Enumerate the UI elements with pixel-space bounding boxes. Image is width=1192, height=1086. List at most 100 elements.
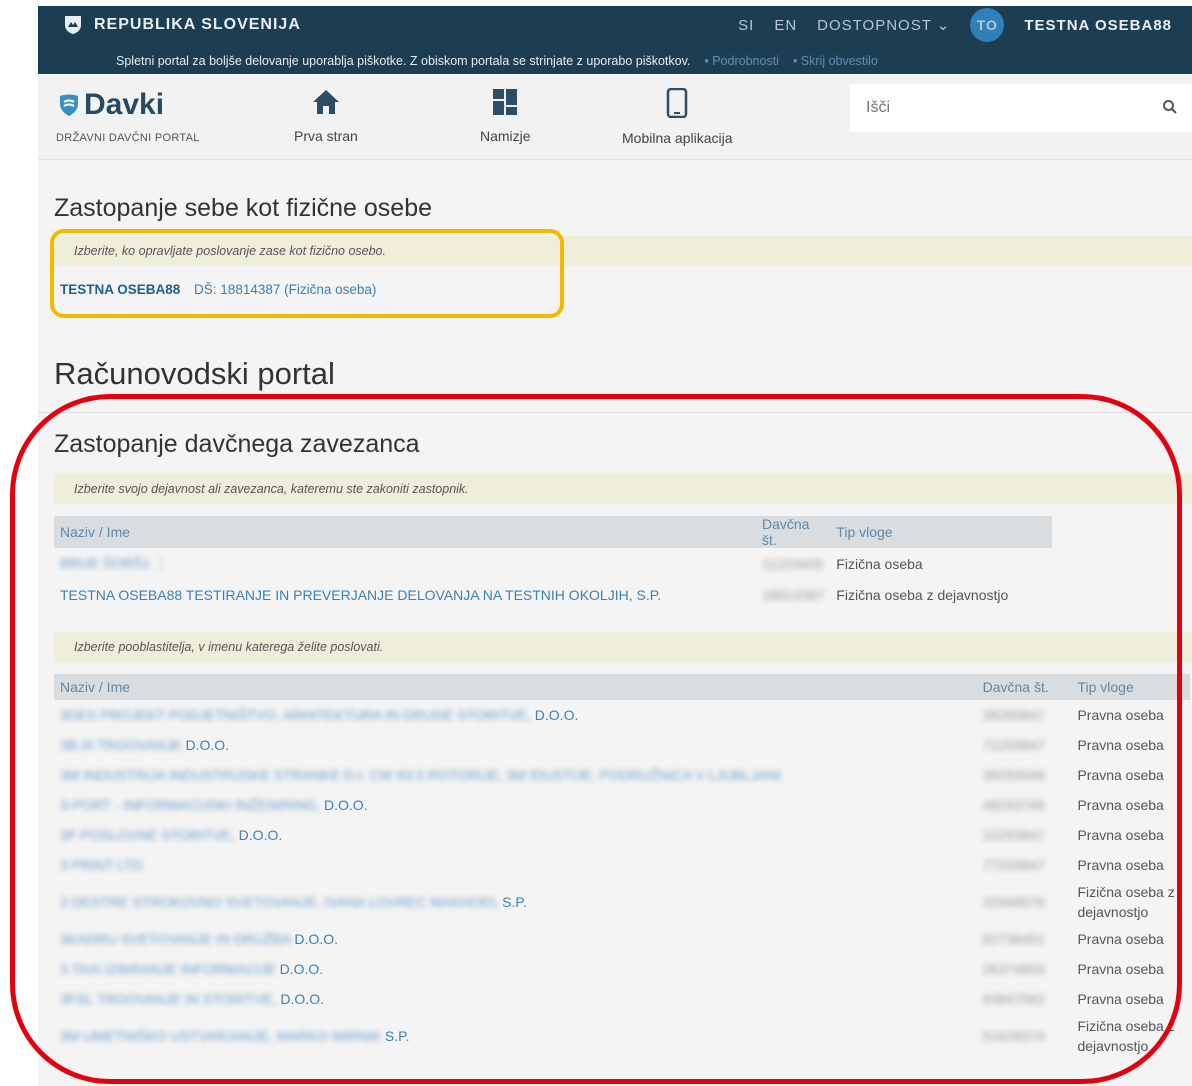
row-role: Pravna oseba <box>1077 961 1164 977</box>
row-tax-redacted: 38293048 <box>982 767 1045 783</box>
row-role: Pravna oseba <box>1077 931 1164 947</box>
nav-mobile-app[interactable]: Mobilna aplikacija <box>622 88 733 146</box>
row-name-redacted: 3F POSLOVNE STORITVE, <box>60 827 235 843</box>
row-name[interactable]: 3B-III TRGOVANJE D.O.O. <box>54 730 977 760</box>
row-role: Pravna oseba <box>1077 707 1164 723</box>
table-row[interactable]: 3M INDUSTRIJA INDUSTRIJSKE STRANKE D.I. … <box>54 760 1190 790</box>
row-tax-redacted: 77293847 <box>982 857 1045 873</box>
nav-mobile-label: Mobilna aplikacija <box>622 130 733 146</box>
table-row[interactable]: 3-PORT - INFORMACIJSKI INŽENIRING, D.O.O… <box>54 790 1190 820</box>
row-name-redacted: 3 DESTRE STROKOVNO SVETOVANJE, IVANA LOV… <box>60 894 499 910</box>
row-name[interactable]: TESTNA OSEBA88 TESTIRANJE IN PREVERJANJE… <box>54 579 756 610</box>
search-input[interactable] <box>850 99 1140 117</box>
row-role: Pravna oseba <box>1077 737 1164 753</box>
row-tax-redacted: 82736451 <box>982 931 1045 947</box>
row-name[interactable]: 3FSL TRGOVANJE IN STORITVE, D.O.O. <box>54 984 977 1014</box>
row-name[interactable]: 3 TAXI IZBIRANJE INFORMACIJE D.O.O. <box>54 954 977 984</box>
self-entry-tax[interactable]: DŠ: 18814387 (Fizična oseba) <box>194 282 376 297</box>
table-row[interactable]: 3B-III TRGOVANJE D.O.O. 71293847 Pravna os… <box>54 730 1190 760</box>
auth-col-tax-header[interactable]: Davčna št. <box>976 674 1072 700</box>
row-name-visible: S.P. <box>498 894 527 910</box>
table-row[interactable]: TESTNA OSEBA88 TESTIRANJE IN PREVERJANJE… <box>54 579 1052 610</box>
row-tax-number: 38293048 <box>977 760 1072 790</box>
cookie-text: Spletni portal za boljše delovanje upora… <box>116 54 691 68</box>
row-tax-number: 48293746 <box>977 790 1072 820</box>
row-name[interactable]: 3 PRINT LTD <box>54 850 977 880</box>
cookie-notice: Spletni portal za boljše delovanje upora… <box>38 50 1192 72</box>
avatar[interactable]: TO <box>970 8 1005 42</box>
row-tax-number: 51628374 <box>977 1014 1072 1058</box>
self-section-hint: Izberite, ko opravljate poslovanje zase … <box>54 236 1192 266</box>
nav-dashboard-label: Namizje <box>480 128 531 144</box>
row-tax-redacted: 36265847 <box>982 707 1045 723</box>
table-row[interactable]: 3 PRINT LTD 77293847 Pravna oseba <box>54 850 1190 880</box>
row-name-visible: TESTNA OSEBA88 TESTIRANJE IN PREVERJANJE… <box>60 586 662 603</box>
auth-col-name-header[interactable]: Naziv / Ime <box>54 674 977 700</box>
davki-logo[interactable]: Davki <box>58 88 164 122</box>
table-row[interactable]: 3KADRU SVETOVANJE IN DRUŽBA D.O.O. 827364… <box>54 924 1190 954</box>
main-content: Zastopanje sebe kot fizične osebe Izberi… <box>38 160 1192 1086</box>
section-divider <box>38 412 1192 413</box>
row-tax-redacted: 93847562 <box>982 991 1045 1007</box>
row-name[interactable]: BRUE ŠORŠ1 ⋮ <box>54 548 756 579</box>
nav-dashboard[interactable]: Namizje <box>480 88 531 144</box>
row-tax-redacted: 11223455 <box>762 555 824 572</box>
row-role: Pravna oseba <box>1077 857 1164 873</box>
shield-icon <box>60 94 78 116</box>
row-name[interactable]: 3DES PROJEKT PODJETNIŠTVO, ARHITEKTURA I… <box>54 700 977 730</box>
row-tax-number: 77293847 <box>977 850 1072 880</box>
row-name[interactable]: 3 DESTRE STROKOVNO SVETOVANJE, IVANA LOV… <box>54 880 977 924</box>
table-row[interactable]: 3F POSLOVNE STORITVE, D.O.O. 15293847 Prav… <box>54 820 1190 850</box>
table-row[interactable]: 3 TAXI IZBIRANJE INFORMACIJE D.O.O. 26374… <box>54 954 1190 984</box>
col-role-header[interactable]: Tip vloge <box>830 516 1052 548</box>
row-name[interactable]: 3F POSLOVNE STORITVE, D.O.O. <box>54 820 977 850</box>
row-name-redacted: 3-PORT - INFORMACIJSKI INŽENIRING, <box>60 797 321 813</box>
table-row[interactable]: 3M UMETNIŠKO USTVARJANJE, MARKO MIRNIK S… <box>54 1014 1190 1058</box>
home-icon <box>312 90 339 114</box>
table-row[interactable]: 3DES PROJEKT PODJETNIŠTVO, ARHITEKTURA I… <box>54 700 1190 730</box>
language-si-link[interactable]: SI <box>738 17 754 34</box>
row-name[interactable]: 3KADRU SVETOVANJE IN DRUŽBA D.O.O. <box>54 924 977 954</box>
header-nav: Davki DRŽAVNI DAVČNI PORTAL Prva stran N… <box>38 74 1192 160</box>
brand[interactable]: REPUBLIKA SLOVENIJA <box>64 15 301 35</box>
self-entry-name[interactable]: TESTNA OSEBA88 <box>60 282 180 297</box>
portal-title: Računovodski portal <box>54 356 335 391</box>
row-name[interactable]: 3M INDUSTRIJA INDUSTRIJSKE STRANKE D.I. … <box>54 760 977 790</box>
search-icon[interactable] <box>1162 99 1178 115</box>
search-box <box>850 84 1192 132</box>
cookie-details-link[interactable]: • Podrobnosti <box>704 54 779 68</box>
row-role: Pravna oseba <box>1077 827 1164 843</box>
self-section-title: Zastopanje sebe kot fizične osebe <box>54 194 433 222</box>
user-name[interactable]: TESTNA OSEBA88 <box>1024 17 1172 34</box>
language-en-link[interactable]: EN <box>774 17 797 34</box>
row-name-visible: D.O.O. <box>275 961 324 977</box>
accessibility-menu[interactable]: DOSTOPNOST ⌄ <box>817 16 950 34</box>
row-role: Fizična oseba <box>836 555 923 572</box>
row-name-redacted: BRUE ŠORŠ1 ⋮ <box>60 555 169 571</box>
row-name[interactable]: 3-PORT - INFORMACIJSKI INŽENIRING, D.O.O… <box>54 790 977 820</box>
row-name-redacted: 3M INDUSTRIJA INDUSTRIJSKE STRANKE D.I. … <box>60 767 781 783</box>
table-row[interactable]: 3 DESTRE STROKOVNO SVETOVANJE, IVANA LOV… <box>54 880 1190 924</box>
self-entry[interactable]: TESTNA OSEBA88 DŠ: 18814387 (Fizična ose… <box>60 282 376 297</box>
representation-hint: Izberite svojo dejavnost ali zavezanca, … <box>54 474 1192 504</box>
table-row[interactable]: BRUE ŠORŠ1 ⋮ 11223455 Fizična oseba <box>54 548 1052 579</box>
col-name-header[interactable]: Naziv / Ime <box>54 516 756 548</box>
nav-home[interactable]: Prva stran <box>294 88 358 144</box>
row-tax-redacted: 51628374 <box>982 1028 1045 1044</box>
auth-col-role-header[interactable]: Tip vloge <box>1071 674 1190 700</box>
row-name-visible: D.O.O. <box>530 707 579 723</box>
row-tax-number: 18814387 <box>756 579 830 610</box>
row-tax-number: 26374859 <box>977 954 1072 984</box>
row-name-visible: S.P. <box>381 1028 410 1044</box>
row-name[interactable]: 3M UMETNIŠKO USTVARJANJE, MARKO MIRNIK S… <box>54 1014 977 1058</box>
row-tax-number: 32948576 <box>977 880 1072 924</box>
row-tax-redacted: 26374859 <box>982 961 1045 977</box>
row-tax-redacted: 71293847 <box>982 737 1045 753</box>
cookie-hide-link[interactable]: • Skrij obvestilo <box>793 54 878 68</box>
top-bar: REPUBLIKA SLOVENIJA SI EN DOSTOPNOST ⌄ T… <box>38 6 1192 74</box>
table-row[interactable]: 3FSL TRGOVANJE IN STORITVE, D.O.O. 938475… <box>54 984 1190 1014</box>
row-tax-number: 71293847 <box>977 730 1072 760</box>
logo-subtitle: DRŽAVNI DAVČNI PORTAL <box>56 132 200 144</box>
col-tax-header[interactable]: Davčna št. <box>756 516 831 548</box>
row-name-redacted: 3 TAXI IZBIRANJE INFORMACIJE <box>60 961 276 977</box>
